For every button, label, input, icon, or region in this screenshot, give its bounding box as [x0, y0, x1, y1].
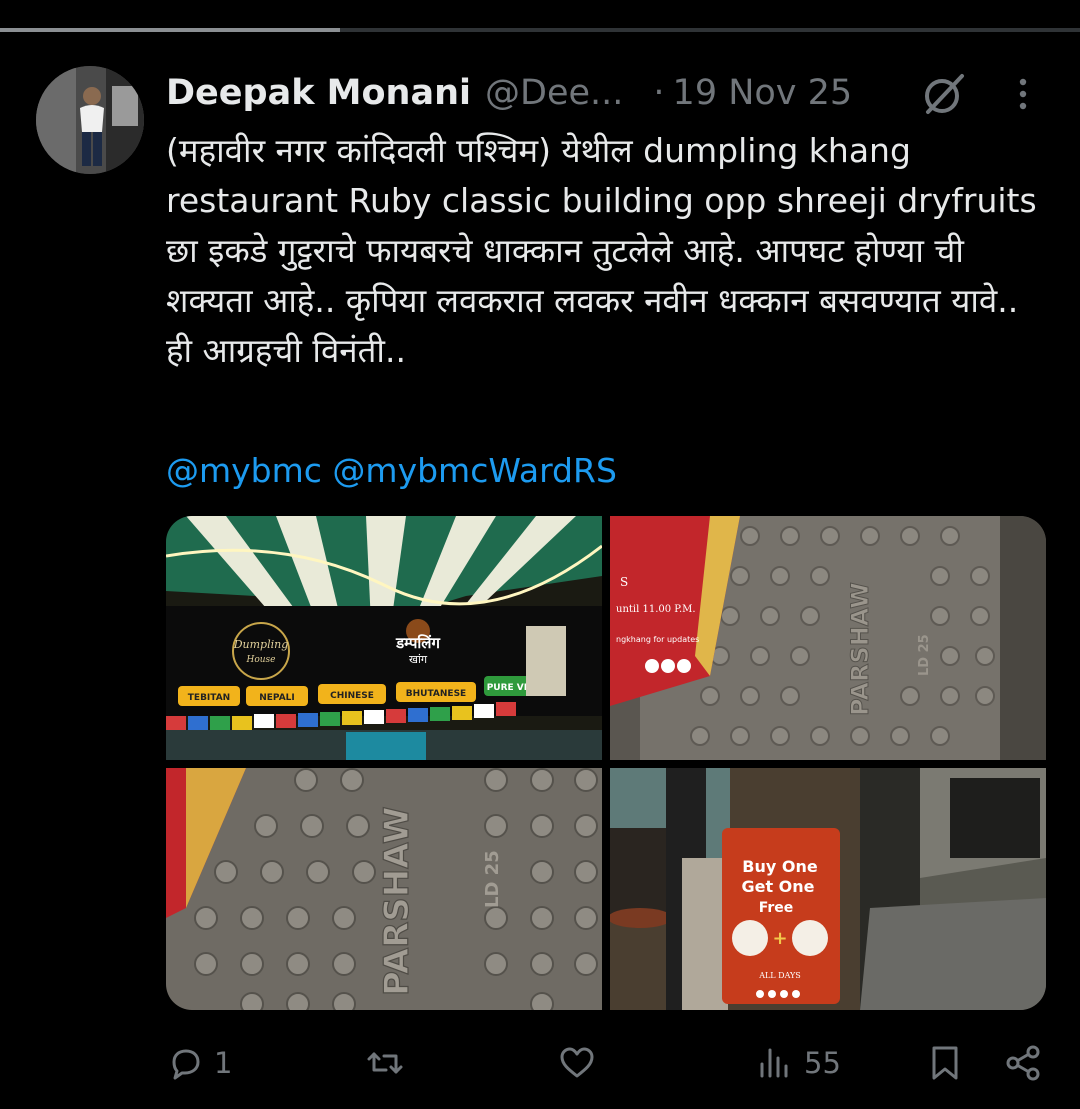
cover-brand: PARSHAW: [377, 806, 417, 996]
flyer-text: ngkhang for updates: [616, 635, 699, 644]
more-icon[interactable]: [1010, 74, 1036, 114]
poster-line: Free: [759, 900, 794, 916]
grok-icon[interactable]: [922, 72, 966, 116]
flyer-text: S: [620, 575, 628, 589]
mentions: @mybmc @mybmcWardRS: [166, 446, 617, 496]
bookmark-button[interactable]: [926, 1040, 964, 1086]
photo-offer-poster[interactable]: Buy One Get One Free + ALL DAYS: [610, 768, 1046, 1010]
poster-footer: ALL DAYS: [758, 971, 801, 980]
cover-brand: PARSHAW: [846, 582, 874, 716]
media-grid: Dumpling House डम्पलिंग खांग TEBITAN NEP…: [166, 516, 1046, 1010]
poster-plus: +: [772, 928, 787, 949]
sign-logo-left: Dumpling: [233, 638, 289, 651]
cover-mark: LD 25: [917, 634, 932, 676]
like-icon: [560, 1047, 594, 1078]
photo-restaurant-sign[interactable]: Dumpling House डम्पलिंग खांग TEBITAN NEP…: [166, 516, 602, 760]
photo-manhole-cover[interactable]: PARSHAW LD 25 S until 11.00 P.M. ngkhang…: [610, 516, 1046, 760]
repost-button[interactable]: [366, 1040, 414, 1086]
cuisine-label: TEBITAN: [188, 693, 230, 703]
separator-dot: ·: [653, 73, 665, 113]
cuisine-label: BHUTANESE: [406, 689, 466, 699]
tweet-date[interactable]: 19 Nov 25: [673, 73, 853, 113]
tweet-text: (महावीर नगर कांदिवली पश्चिम) येथील dumpl…: [166, 131, 1037, 370]
scroll-progress: [0, 28, 341, 32]
photo-manhole-closeup[interactable]: PARSHAW LD 25: [166, 768, 602, 1010]
share-icon: [1006, 1045, 1040, 1081]
cuisine-label: NEPALI: [259, 693, 295, 703]
sign-logo-right: डम्पलिंग: [395, 634, 440, 652]
cover-mark: LD 25: [482, 850, 503, 908]
views-icon: [760, 1048, 788, 1078]
share-button[interactable]: [1004, 1040, 1042, 1086]
tweet-header: Deepak Monani @Dee... · 19 Nov 25: [166, 70, 852, 116]
mention-link[interactable]: @mybmcWardRS: [332, 451, 616, 490]
cuisine-label: CHINESE: [330, 691, 374, 701]
author-name[interactable]: Deepak Monani: [166, 73, 471, 113]
flyer-text: until 11.00 P.M.: [616, 604, 696, 615]
sign-logo-right-sub: खांग: [409, 653, 428, 666]
sign-logo-left-sub: House: [245, 655, 275, 665]
reply-button[interactable]: 1: [166, 1040, 232, 1086]
like-button[interactable]: [558, 1040, 596, 1086]
reply-icon: [172, 1049, 200, 1080]
reply-count: 1: [214, 1046, 233, 1080]
avatar[interactable]: [36, 66, 144, 174]
bookmark-icon: [932, 1046, 958, 1080]
scroll-track: [0, 28, 1080, 32]
views-button[interactable]: 55: [756, 1040, 841, 1086]
poster-line: Buy One: [742, 857, 818, 876]
repost-icon: [367, 1052, 403, 1074]
mention-link[interactable]: @mybmc: [166, 451, 322, 490]
poster-line: Get One: [741, 877, 814, 896]
action-bar: 1 55: [166, 1040, 1046, 1086]
views-count: 55: [804, 1046, 841, 1080]
author-handle[interactable]: @Dee...: [485, 73, 623, 113]
